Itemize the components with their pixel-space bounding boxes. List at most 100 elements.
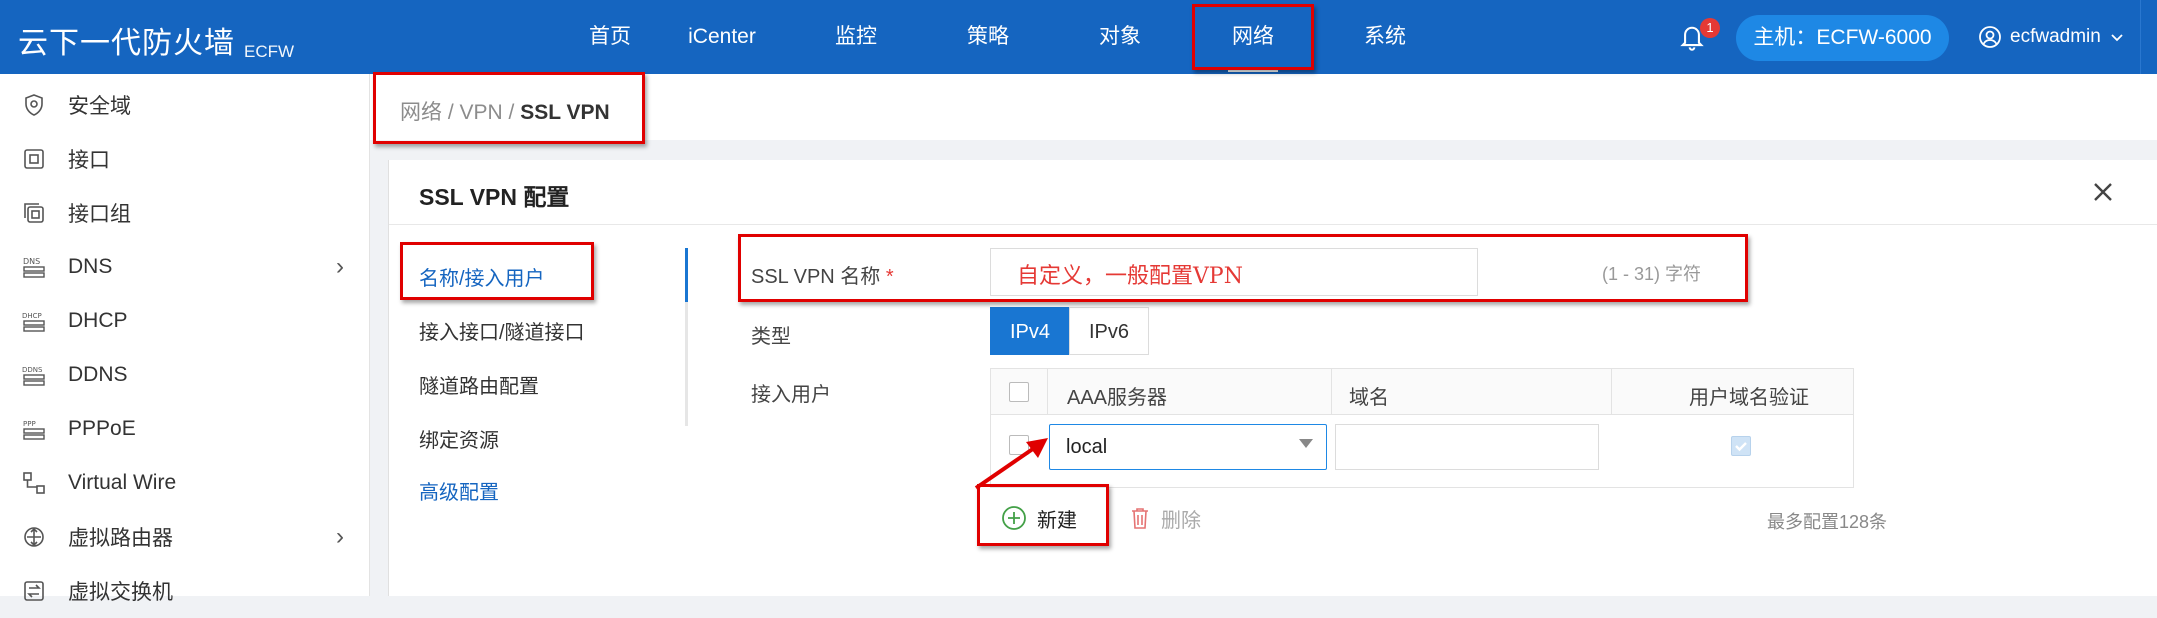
sidebar-item-dns[interactable]: DNS DNS › xyxy=(0,240,370,294)
table-header: AAA服务器 域名 用户域名验证 xyxy=(991,369,1853,415)
limit-text: 最多配置128条 xyxy=(1767,512,1888,532)
top-bar: 云下一代防火墙 ECFW 首页 iCenter 监控 策略 对象 网络 系统 1… xyxy=(0,0,2157,74)
sidebar-item-label: 接口 xyxy=(68,149,110,172)
name-label: SSL VPN 名称 * xyxy=(751,266,894,288)
menu-rail-active xyxy=(685,248,688,302)
sidebar-item-virtual-wire[interactable]: Virtual Wire xyxy=(0,456,370,510)
trash-icon xyxy=(1132,508,1148,529)
svg-text:DHCP: DHCP xyxy=(22,312,42,320)
breadcrumb-vpn[interactable]: VPN xyxy=(460,101,503,124)
aaa-server-select[interactable]: local xyxy=(1049,424,1327,470)
breadcrumb-separator: / xyxy=(442,101,460,124)
sidebar-item-ddns[interactable]: DDNS DDNS xyxy=(0,348,370,402)
virtual-wire-icon xyxy=(20,469,48,497)
breadcrumb: 网络 / VPN / SSL VPN xyxy=(400,96,610,126)
svg-text:PPP: PPP xyxy=(23,420,36,428)
ddns-icon: DDNS xyxy=(20,361,48,389)
column-divider xyxy=(1331,369,1332,415)
sidebar-item-dhcp[interactable]: DHCP DHCP xyxy=(0,294,370,348)
user-menu[interactable]: ecfwadmin xyxy=(1978,22,2125,52)
sidebar: 安全域 接口 接口组 DNS DNS › DHCP DHCP DDNS DDNS… xyxy=(0,74,370,604)
type-label: 类型 xyxy=(751,326,791,348)
nav-home[interactable]: 首页 xyxy=(560,0,660,74)
sidebar-item-label: DDNS xyxy=(68,363,128,386)
panel-divider xyxy=(389,224,2157,225)
domain-input[interactable] xyxy=(1335,424,1599,470)
check-icon xyxy=(1735,442,1747,452)
virtual-switch-icon xyxy=(20,577,48,605)
menu-advanced[interactable]: 高级配置 xyxy=(419,476,499,505)
nav-icenter[interactable]: iCenter xyxy=(672,0,772,74)
dns-icon: DNS xyxy=(20,253,48,281)
brand-title: 云下一代防火墙 xyxy=(18,27,235,60)
breadcrumb-bar: 网络 / VPN / SSL VPN xyxy=(370,74,2157,140)
nav-system[interactable]: 系统 xyxy=(1335,0,1435,74)
nav-active-indicator xyxy=(1228,68,1278,72)
brand-subtitle: ECFW xyxy=(244,42,295,61)
plus-circle-icon xyxy=(1002,506,1026,530)
chevron-right-icon: › xyxy=(336,253,344,280)
users-label: 接入用户 xyxy=(751,384,831,406)
sidebar-item-label: 接口组 xyxy=(68,203,131,226)
svg-text:DDNS: DDNS xyxy=(22,366,43,374)
ssl-vpn-config-panel: SSL VPN 配置 名称/接入用户 接入接口/隧道接口 隧道路由配置 绑定资源… xyxy=(388,160,2157,596)
panel-title: SSL VPN 配置 xyxy=(419,184,570,210)
sidebar-item-pppoe[interactable]: PPP PPPoE xyxy=(0,402,370,456)
breadcrumb-separator: / xyxy=(502,101,521,124)
chevron-down-icon xyxy=(2111,34,2123,42)
pppoe-icon: PPP xyxy=(20,415,48,443)
header-domain-verify: 用户域名验证 xyxy=(1689,387,1809,409)
username: ecfwadmin xyxy=(2010,26,2101,47)
nav-monitor[interactable]: 监控 xyxy=(806,0,906,74)
nav-object[interactable]: 对象 xyxy=(1070,0,1170,74)
sidebar-item-label: 虚拟路由器 xyxy=(68,527,173,550)
virtual-router-icon xyxy=(20,523,48,551)
notification-badge: 1 xyxy=(1700,18,1720,38)
close-icon[interactable] xyxy=(2085,174,2121,210)
sidebar-item-label: DHCP xyxy=(68,309,128,332)
host-selector[interactable]: 主机：ECFW-6000 xyxy=(1736,15,1949,61)
nav-policy[interactable]: 策略 xyxy=(938,0,1038,74)
breadcrumb-network[interactable]: 网络 xyxy=(400,101,442,124)
dhcp-icon: DHCP xyxy=(20,307,48,335)
sidebar-item-label: Virtual Wire xyxy=(68,471,177,494)
new-button-label: 新建 xyxy=(1037,509,1077,532)
shield-icon xyxy=(20,91,48,119)
column-divider xyxy=(1611,369,1612,415)
svg-text:DNS: DNS xyxy=(23,257,40,266)
type-ipv6-option[interactable]: IPv6 xyxy=(1069,307,1149,355)
sidebar-item-label: 虚拟交换机 xyxy=(68,581,173,604)
sidebar-item-label: 安全域 xyxy=(68,95,131,118)
interface-group-icon xyxy=(20,199,48,227)
menu-tunnel-route[interactable]: 隧道路由配置 xyxy=(419,370,539,399)
name-length-hint: (1 - 31) 字符 xyxy=(1602,264,1702,284)
sidebar-item-security-zone[interactable]: 安全域 xyxy=(0,78,370,132)
sidebar-item-virtual-router[interactable]: 虚拟路由器 › xyxy=(0,510,370,564)
delete-button[interactable]: 删除 xyxy=(1129,496,1201,540)
dropdown-arrow-icon xyxy=(1299,439,1313,448)
name-annotation: 自定义，一般配置VPN xyxy=(1017,264,1243,289)
select-all-checkbox[interactable] xyxy=(1009,382,1029,402)
domain-verify-checkbox[interactable] xyxy=(1731,436,1751,456)
delete-button-label: 删除 xyxy=(1161,509,1201,532)
scrollbar-edge xyxy=(2140,0,2157,74)
sidebar-item-virtual-switch[interactable]: 虚拟交换机 xyxy=(0,564,370,618)
breadcrumb-current: SSL VPN xyxy=(520,101,610,124)
type-ipv4-option[interactable]: IPv4 xyxy=(990,307,1070,355)
required-mark: * xyxy=(885,266,894,288)
header-domain: 域名 xyxy=(1349,387,1389,409)
interface-icon xyxy=(20,145,48,173)
menu-name-users[interactable]: 名称/接入用户 xyxy=(419,262,545,291)
header-aaa-server: AAA服务器 xyxy=(1067,387,1168,409)
menu-interface-tunnel[interactable]: 接入接口/隧道接口 xyxy=(419,316,585,345)
user-icon xyxy=(1979,26,2001,48)
nav-network[interactable]: 网络 xyxy=(1203,0,1303,74)
sidebar-item-interface[interactable]: 接口 xyxy=(0,132,370,186)
column-divider xyxy=(1047,369,1048,415)
sidebar-item-label: DNS xyxy=(68,255,113,278)
menu-bind-resource[interactable]: 绑定资源 xyxy=(419,424,499,453)
sidebar-item-interface-group[interactable]: 接口组 xyxy=(0,186,370,240)
access-users-table: AAA服务器 域名 用户域名验证 local xyxy=(990,368,1854,488)
annotation-arrow xyxy=(974,438,1048,490)
chevron-right-icon: › xyxy=(336,523,344,550)
